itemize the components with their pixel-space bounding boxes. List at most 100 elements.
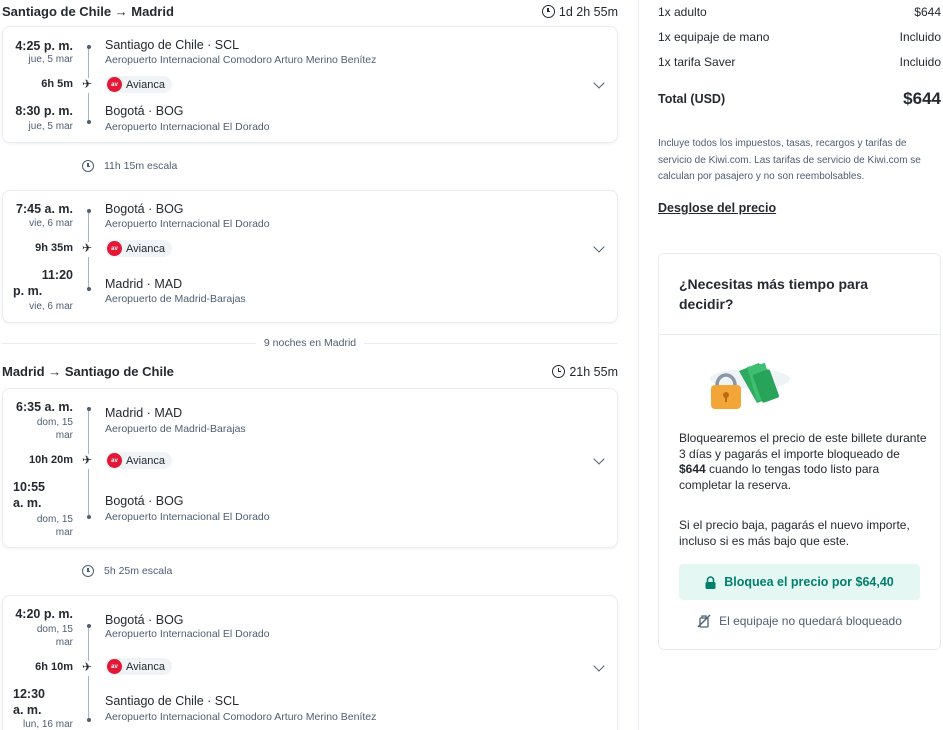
arrival-date-month: mar (55, 527, 73, 538)
avianca-logo-icon: av (107, 453, 122, 468)
outbound-title: Santiago de Chile → Madrid (2, 4, 174, 19)
avianca-logo-icon: av (107, 241, 122, 256)
departure-airport: Aeropuerto Internacional El Dorado (105, 628, 270, 640)
departure-date-month: mar (55, 637, 73, 648)
price-sidebar: 1x adulto $644 1x equipaje de mano Incluid… (658, 0, 941, 730)
baggage-note: El equipaje no quedará bloqueado (679, 614, 920, 628)
arrival-time: 10:55 (13, 480, 45, 494)
plane-icon: ✈ (82, 453, 93, 467)
arrival-time-suffix: a. m. (13, 703, 42, 717)
flight-duration: 6h 10m (35, 661, 73, 673)
route-line (88, 411, 90, 454)
arrival-time-suffix: a. m. (13, 496, 42, 510)
clock-icon (82, 565, 94, 577)
price-total: Total (USD) $644 (658, 89, 941, 109)
flight-duration: 6h 5m (41, 78, 73, 90)
column-divider (638, 0, 639, 730)
avianca-logo-icon: av (107, 77, 122, 92)
arrival-time: 12:30 (13, 687, 45, 701)
lock-price-button[interactable]: Bloquea el precio por $64,40 (679, 564, 920, 600)
route-line (88, 257, 90, 287)
flight-segment[interactable]: 7:45 a. m. vie, 6 mar 9h 35m 11:20 p. m.… (2, 190, 618, 323)
plane-icon: ✈ (82, 77, 93, 91)
departure-airport: Aeropuerto de Madrid-Barajas (105, 423, 246, 435)
chevron-down-icon[interactable] (593, 453, 605, 465)
layover: 5h 25m escala (82, 565, 172, 577)
arrival-station: Bogotá · BOG (105, 104, 184, 118)
flight-segment[interactable]: 4:20 p. m. dom, 15 mar 6h 10m 12:30 a. m… (2, 595, 618, 730)
arrival-airport: Aeropuerto de Madrid-Barajas (105, 293, 246, 305)
departure-date-month: mar (55, 430, 73, 441)
arrival-airport: Aeropuerto Internacional Comodoro Arturo… (105, 711, 377, 723)
price-lock-description: Bloquearemos el precio de este billete d… (679, 431, 927, 492)
price-lock-illustration (710, 363, 790, 409)
chevron-down-icon[interactable] (593, 660, 605, 672)
lock-icon (705, 575, 716, 589)
clock-icon (541, 5, 555, 18)
price-row: 1x equipaje de mano Incluido (658, 30, 941, 44)
arrival-time: 8:30 p. m. (15, 104, 73, 118)
price-row: 1x adulto $644 (658, 5, 941, 19)
arrival-dot (86, 515, 91, 519)
arrival-station: Santiago de Chile · SCL (105, 694, 240, 708)
inbound-title: Madrid → Santiago de Chile (2, 364, 174, 379)
nights-separator: 9 noches en Madrid (2, 337, 619, 349)
chevron-down-icon[interactable] (593, 77, 605, 89)
flight-segment[interactable]: 4:25 p. m. jue, 5 mar 6h 5m 8:30 p. m. j… (2, 26, 618, 143)
departure-station: Santiago de Chile · SCL (105, 38, 240, 52)
airline-badge: av Avianca (105, 452, 172, 469)
arrival-date: vie, 6 mar (29, 301, 73, 312)
route-line (88, 213, 90, 242)
route-line (88, 469, 90, 515)
price-note: Incluye todos los impuestos, tasas, reca… (658, 138, 921, 182)
avianca-logo-icon: av (107, 659, 122, 674)
departure-station: Bogotá · BOG (105, 202, 184, 216)
flight-duration: 10h 20m (28, 454, 73, 466)
clock-icon (82, 160, 94, 172)
arrival-date: jue, 5 mar (28, 121, 73, 132)
departure-date: jue, 5 mar (28, 54, 73, 65)
departure-time: 4:20 p. m. (15, 607, 73, 621)
total-value: $644 (903, 89, 941, 108)
departure-station: Bogotá · BOG (105, 613, 184, 627)
departure-time: 7:45 a. m. (16, 202, 73, 216)
airline-badge: av Avianca (105, 240, 172, 257)
total-label: Total (USD) (658, 92, 726, 106)
route-line (88, 628, 90, 661)
departure-date: dom, 15 (36, 417, 73, 428)
price-lock-card: ¿Necesitas más tiempo para decidir? Bloq… (658, 253, 941, 650)
no-baggage-icon (697, 614, 711, 628)
arrival-dot (86, 120, 91, 124)
outbound-duration: 1d 2h 55m (541, 5, 618, 19)
price-lock-note: Si el precio baja, pagarás el nuevo impo… (679, 518, 910, 548)
price-breakdown-link[interactable]: Desglose del precio (658, 201, 776, 215)
route-line (88, 49, 90, 78)
plane-icon: ✈ (82, 660, 93, 674)
outbound-header: Santiago de Chile → Madrid 1d 2h 55m (2, 4, 618, 19)
departure-airport: Aeropuerto Internacional Comodoro Arturo… (105, 54, 377, 66)
chevron-down-icon[interactable] (593, 241, 605, 253)
arrival-airport: Aeropuerto Internacional El Dorado (105, 511, 270, 523)
flight-segment[interactable]: 6:35 a. m. dom, 15 mar 10h 20m 10:55 a. … (2, 388, 618, 548)
arrival-station: Madrid · MAD (105, 277, 183, 291)
arrival-time-suffix: p. m. (13, 284, 43, 298)
route-line (88, 93, 90, 120)
arrival-airport: Aeropuerto Internacional El Dorado (105, 121, 270, 133)
arrival-station: Bogotá · BOG (105, 494, 184, 508)
airline-badge: av Avianca (105, 658, 172, 675)
departure-airport: Aeropuerto Internacional El Dorado (105, 218, 270, 230)
inbound-header: Madrid → Santiago de Chile 21h 55m (2, 364, 618, 379)
flight-duration: 9h 35m (35, 242, 73, 254)
route-line (88, 676, 90, 718)
price-lock-title: ¿Necesitas más tiempo para decidir? (659, 254, 940, 335)
departure-time: 4:25 p. m. (15, 39, 73, 53)
departure-station: Madrid · MAD (105, 406, 183, 420)
departure-time: 6:35 a. m. (16, 400, 73, 414)
layover: 11h 15m escala (82, 160, 177, 172)
arrival-date: lun, 16 mar (22, 719, 73, 730)
inbound-duration: 21h 55m (552, 365, 618, 379)
arrival-time: 11:20 (41, 268, 73, 282)
arrival-dot (86, 287, 91, 291)
plane-icon: ✈ (82, 241, 93, 255)
airline-badge: av Avianca (105, 76, 172, 93)
